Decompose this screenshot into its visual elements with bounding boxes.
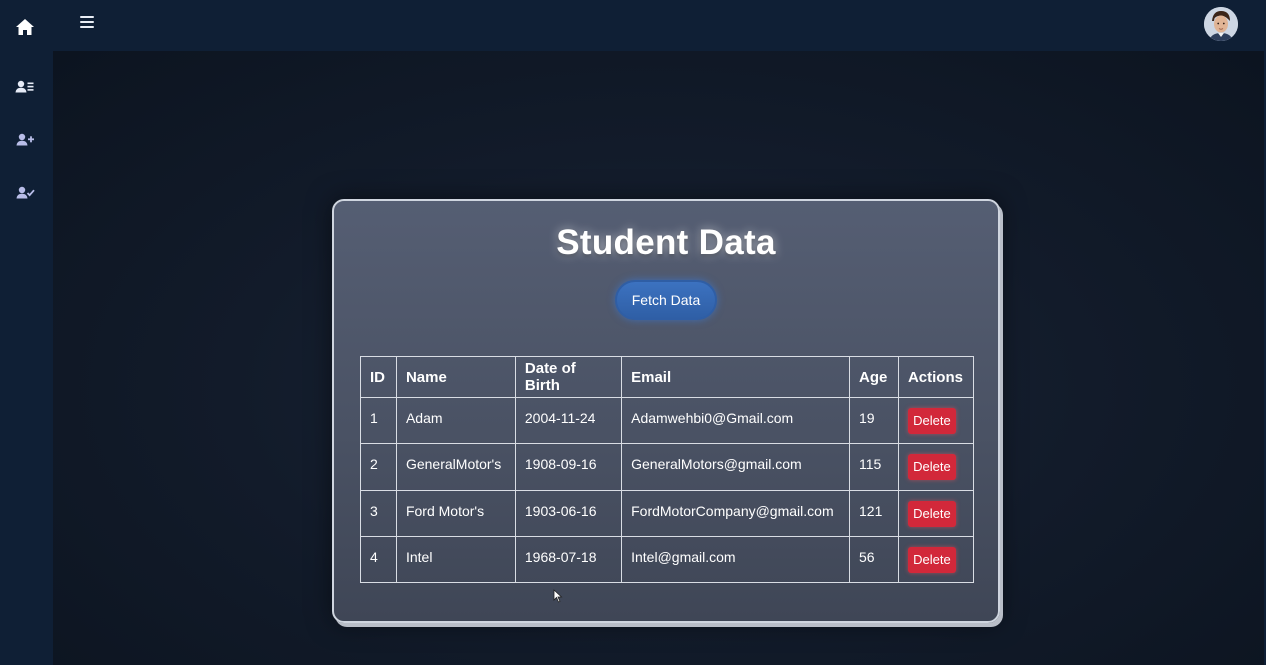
column-header-email[interactable]: Email — [621, 356, 850, 398]
main-content: Student Data Fetch Data ID Name Date of … — [53, 51, 1266, 665]
cell-dob: 1903-06-16 — [514, 489, 623, 537]
cell-name: GeneralMotor's — [395, 443, 516, 491]
user-plus-icon[interactable] — [14, 130, 36, 150]
home-icon[interactable] — [14, 17, 36, 37]
column-header-age[interactable]: Age — [849, 356, 899, 398]
column-header-name[interactable]: Name — [395, 356, 516, 398]
page-title: Student Data — [556, 223, 776, 262]
cell-age: 19 — [849, 396, 899, 445]
hamburger-icon[interactable] — [80, 13, 100, 31]
student-table: ID Name Date of Birth Email Age Actions … — [360, 356, 975, 584]
cell-id: 2 — [360, 443, 397, 491]
cell-id: 4 — [360, 535, 397, 584]
cell-actions: Delete — [897, 396, 975, 445]
cell-age: 115 — [849, 443, 899, 491]
column-header-dob[interactable]: Date of Birth — [514, 356, 623, 398]
app-root: Student Data Fetch Data ID Name Date of … — [0, 0, 1266, 665]
cell-id: 1 — [360, 396, 397, 445]
table-row: 1 Adam 2004-11-24 Adamwehbi0@Gmail.com 1… — [360, 396, 975, 445]
user-avatar[interactable] — [1204, 7, 1238, 41]
cell-dob: 2004-11-24 — [514, 396, 623, 445]
student-data-card: Student Data Fetch Data ID Name Date of … — [332, 199, 1000, 623]
cell-dob: 1968-07-18 — [514, 535, 623, 584]
user-list-icon[interactable] — [14, 77, 36, 97]
column-header-id[interactable]: ID — [360, 356, 397, 398]
table-header-row: ID Name Date of Birth Email Age Actions — [360, 356, 975, 398]
delete-button[interactable]: Delete — [907, 408, 956, 434]
delete-button[interactable]: Delete — [907, 454, 956, 481]
cell-age: 121 — [849, 489, 899, 537]
mouse-cursor-icon — [553, 589, 563, 603]
cell-email: Intel@gmail.com — [621, 535, 850, 584]
fetch-data-button[interactable]: Fetch Data — [615, 280, 717, 320]
cell-actions: Delete — [897, 443, 975, 491]
cell-actions: Delete — [897, 489, 975, 537]
sidebar — [0, 0, 53, 665]
cell-email: FordMotorCompany@gmail.com — [621, 489, 850, 537]
user-check-icon[interactable] — [14, 183, 36, 203]
cell-id: 3 — [360, 489, 397, 537]
column-header-actions: Actions — [897, 356, 975, 398]
table-row: 4 Intel 1968-07-18 Intel@gmail.com 56 De… — [360, 535, 975, 584]
table-row: 3 Ford Motor's 1903-06-16 FordMotorCompa… — [360, 489, 975, 537]
cell-name: Intel — [395, 535, 516, 584]
cell-name: Adam — [395, 396, 516, 445]
top-navbar — [0, 0, 1266, 51]
table-row: 2 GeneralMotor's 1908-09-16 GeneralMotor… — [360, 443, 975, 491]
cell-email: GeneralMotors@gmail.com — [621, 443, 850, 491]
cell-email: Adamwehbi0@Gmail.com — [621, 396, 850, 445]
cell-actions: Delete — [897, 535, 975, 584]
delete-button[interactable]: Delete — [907, 500, 956, 527]
avatar-image — [1204, 7, 1238, 41]
delete-button[interactable]: Delete — [907, 546, 956, 573]
cell-dob: 1908-09-16 — [514, 443, 623, 491]
cell-name: Ford Motor's — [395, 489, 516, 537]
cell-age: 56 — [849, 535, 899, 584]
